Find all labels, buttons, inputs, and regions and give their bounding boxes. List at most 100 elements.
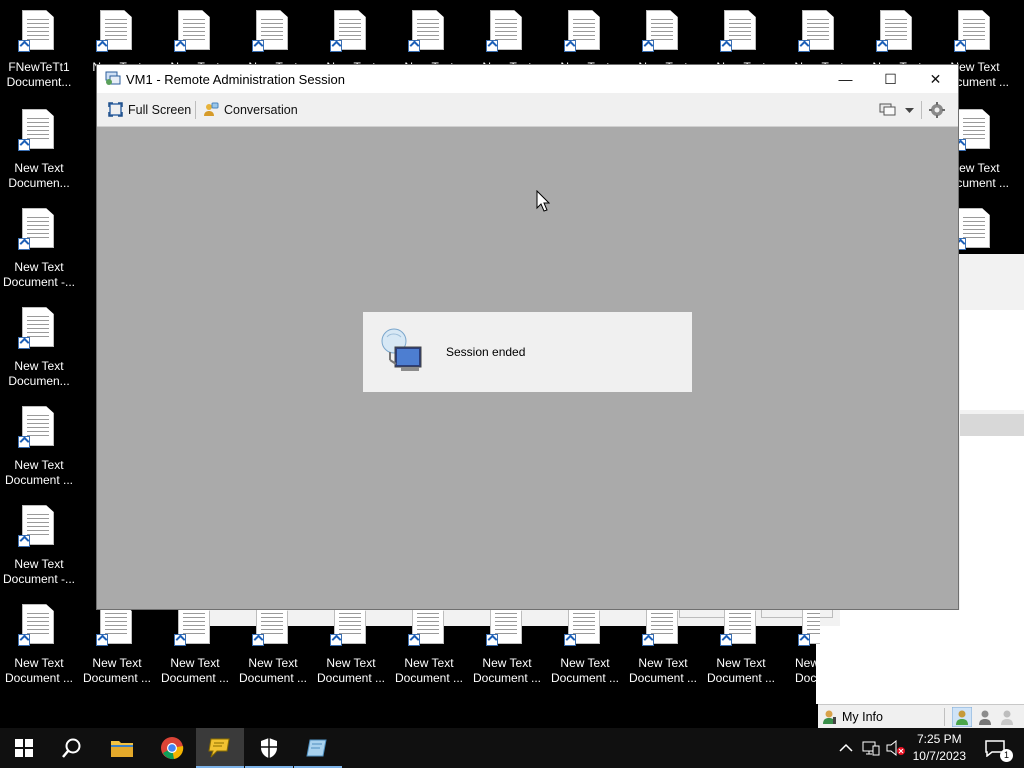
shortcut-arrow-icon	[330, 634, 342, 646]
show-hidden-icons-chevron-icon[interactable]	[838, 742, 854, 754]
window-titlebar[interactable]: VM1 - Remote Administration Session — ☐ …	[97, 65, 958, 93]
desktop-icon[interactable]: New Docu	[780, 602, 820, 694]
desktop-icon[interactable]: New Text Document ...	[156, 602, 234, 694]
user-info-icon	[823, 710, 836, 724]
desktop-icon[interactable]: New Text Document ...	[234, 602, 312, 694]
shortcut-arrow-icon	[798, 40, 810, 52]
desktop-icon[interactable]: New Text Documen...	[0, 107, 78, 199]
shortcut-arrow-icon	[252, 634, 264, 646]
desktop-icon-label: New Text Document ...	[394, 656, 464, 685]
desktop-icon[interactable]: New Text Document ...	[624, 602, 702, 694]
desktop-icon[interactable]: New Text Document ...	[390, 602, 468, 694]
shortcut-arrow-icon	[18, 139, 30, 151]
maximize-button[interactable]: ☐	[868, 65, 913, 93]
conversation-button[interactable]: Conversation	[203, 102, 298, 117]
full-screen-icon	[108, 102, 123, 117]
minimize-button[interactable]: —	[823, 65, 868, 93]
my-info-label[interactable]: My Info	[842, 710, 883, 724]
disconnected-computer-icon	[381, 328, 422, 371]
status-offline-icon[interactable]	[998, 707, 1016, 727]
chrome-taskbar-button[interactable]	[148, 728, 196, 768]
folder-icon	[111, 741, 133, 757]
notification-count-badge: 1	[1000, 749, 1013, 762]
action-center-button[interactable]: 1	[976, 728, 1024, 768]
desktop-icon-label: New Text Document ...	[706, 656, 776, 685]
shortcut-arrow-icon	[642, 40, 654, 52]
chevron-down-icon[interactable]	[905, 108, 914, 113]
status-online-icon[interactable]	[952, 707, 972, 727]
shortcut-arrow-icon	[330, 40, 342, 52]
clock-time: 7:25 PM	[916, 732, 962, 746]
start-button[interactable]	[0, 728, 48, 768]
shortcut-arrow-icon	[96, 634, 108, 646]
file-explorer-taskbar-button[interactable]	[98, 728, 146, 768]
monitor-icon[interactable]	[879, 103, 897, 117]
window-title: VM1 - Remote Administration Session	[126, 72, 345, 87]
session-ended-message: Session ended	[446, 345, 526, 359]
desktop-icon[interactable]: New Text Document -...	[0, 206, 78, 298]
desktop-icon[interactable]: New Text Documen...	[0, 305, 78, 397]
desktop-icon[interactable]: New Text Document ...	[78, 602, 156, 694]
mouse-pointer-icon	[536, 190, 550, 212]
chrome-icon	[161, 737, 184, 760]
close-button[interactable]: ✕	[913, 65, 958, 93]
desktop-icon[interactable]: New Text Document -...	[0, 503, 78, 595]
desktop-icon-label: New Text Document ...	[4, 656, 74, 685]
desktop-icon[interactable]: New Text Document ...	[312, 602, 390, 694]
desktop-icon-label: New Text Document -...	[2, 557, 76, 586]
desktop-icon-label: New Text Document -...	[2, 260, 76, 289]
status-away-icon[interactable]	[976, 707, 994, 727]
full-screen-label: Full Screen	[128, 102, 192, 117]
desktop-icon-label: New Text Documen...	[8, 161, 70, 190]
conversation-icon	[204, 102, 219, 116]
background-window-right-body	[960, 310, 1024, 410]
shortcut-arrow-icon	[96, 40, 108, 52]
shortcut-arrow-icon	[954, 40, 966, 52]
shortcut-arrow-icon	[642, 634, 654, 646]
session-ended-panel: Session ended	[363, 312, 692, 392]
taskbar-clock[interactable]: 7:25 PM 10/7/2023	[913, 731, 966, 765]
security-taskbar-button[interactable]	[245, 728, 293, 768]
conversation-label: Conversation	[224, 102, 298, 117]
desktop-icon[interactable]: New Text Document ...	[468, 602, 546, 694]
desktop-icon-label: New Text Documen...	[8, 359, 70, 388]
settings-gear-icon[interactable]	[929, 102, 945, 118]
desktop-icon[interactable]: New Text Document ...	[702, 602, 780, 694]
shield-icon	[261, 738, 277, 758]
desktop-icon[interactable]: FNewTeTt1 Document...	[0, 8, 78, 100]
desktop-icon-label: New Text Document ...	[238, 656, 308, 685]
desktop-icon-label: New Text Document ...	[628, 656, 698, 685]
desktop-icon-label: New Text Document ...	[472, 656, 542, 685]
desktop-icon-label: New Text Document ...	[4, 458, 74, 487]
shortcut-arrow-icon	[564, 40, 576, 52]
shortcut-arrow-icon	[408, 40, 420, 52]
clock-date: 10/7/2023	[912, 749, 966, 763]
desktop-icon-label: New Docu	[795, 656, 820, 685]
background-window-bottom	[816, 610, 1024, 704]
windows-logo-icon	[15, 739, 33, 757]
full-screen-button[interactable]: Full Screen	[108, 102, 191, 117]
desktop-icon-label: New Text Document ...	[316, 656, 386, 685]
desktop-icon-label: New Text Document ...	[82, 656, 152, 685]
shortcut-arrow-icon	[18, 238, 30, 250]
shortcut-arrow-icon	[408, 634, 420, 646]
shortcut-arrow-icon	[174, 40, 186, 52]
remote-admin-taskbar-button[interactable]	[294, 728, 342, 768]
toolbar-divider	[195, 101, 196, 119]
desktop-icon-label: New Text Document ...	[160, 656, 230, 685]
desktop-icon[interactable]: New Text Document ...	[0, 602, 78, 694]
desktop-icon[interactable]: New Text Document ...	[0, 404, 78, 496]
shortcut-arrow-icon	[18, 634, 30, 646]
shortcut-arrow-icon	[720, 634, 732, 646]
shortcut-arrow-icon	[486, 634, 498, 646]
shortcut-arrow-icon	[18, 40, 30, 52]
desktop-icon[interactable]: New Text Document ...	[546, 602, 624, 694]
volume-muted-icon[interactable]	[886, 740, 906, 756]
chat-bubble-icon	[208, 738, 230, 758]
network-icon[interactable]	[862, 740, 880, 756]
session-toolbar: Full Screen Conversation	[97, 93, 958, 127]
search-button[interactable]	[48, 728, 96, 768]
shortcut-arrow-icon	[174, 634, 186, 646]
chat-app-taskbar-button[interactable]	[196, 728, 244, 768]
taskbar: 7:25 PM 10/7/2023 1	[0, 728, 1024, 768]
